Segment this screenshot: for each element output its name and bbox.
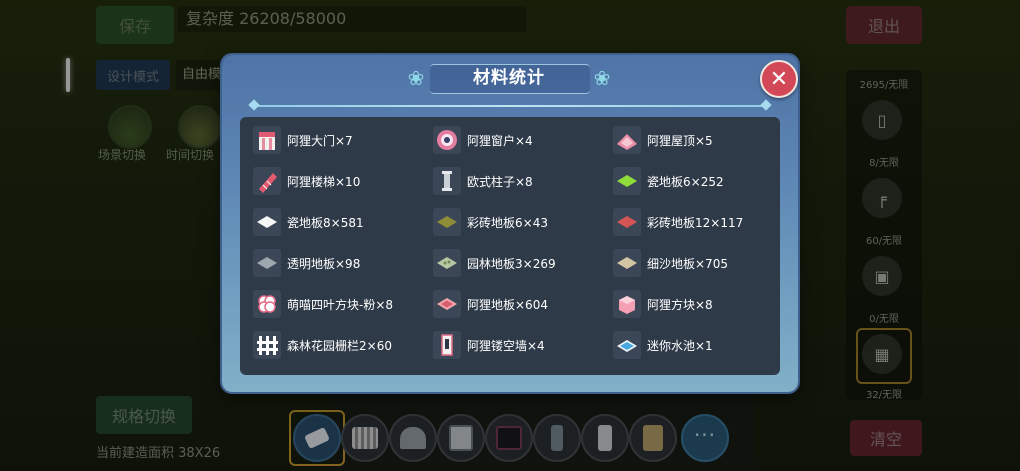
material-label: 欧式柱子×8	[467, 174, 533, 189]
material-label: 阿狸大门×7	[287, 133, 353, 148]
material-item: 欧式柱子×8	[433, 166, 533, 196]
material-label: 瓷地板6×252	[647, 174, 724, 189]
material-label: 园林地板3×269	[467, 256, 556, 271]
material-item: 阿狸屋顶×5	[613, 125, 713, 155]
swirl-right-icon: ❀	[593, 66, 611, 90]
material-item: 阿狸楼梯×10	[253, 166, 360, 196]
sand-tile-icon	[613, 249, 641, 277]
material-label: 细沙地板×705	[647, 256, 728, 271]
close-button[interactable]: ✕	[760, 60, 798, 98]
white-tile-icon	[253, 208, 281, 236]
material-item: 瓷地板6×252	[613, 166, 724, 196]
material-label: 彩砖地板6×43	[467, 215, 548, 230]
pool-icon	[613, 331, 641, 359]
window-icon	[433, 126, 461, 154]
title-divider	[252, 105, 768, 107]
material-label: 瓷地板8×581	[287, 215, 364, 230]
material-label: 阿狸镂空墙×4	[467, 338, 545, 353]
material-label: 阿狸窗户×4	[467, 133, 533, 148]
material-label: 阿狸楼梯×10	[287, 174, 361, 189]
material-label: 阿狸屋顶×5	[647, 133, 713, 148]
clover-block-icon	[253, 290, 281, 318]
pillar-icon	[433, 167, 461, 195]
roof-icon	[613, 126, 641, 154]
material-item: 彩砖地板6×43	[433, 207, 548, 237]
glass-tile-icon	[253, 249, 281, 277]
material-label: 迷你水池×1	[647, 338, 713, 353]
material-item: 阿狸镂空墙×4	[433, 330, 545, 360]
material-label: 森林花园栅栏2×60	[287, 338, 392, 353]
modal-title: 材料统计	[473, 68, 545, 88]
fence-icon	[253, 331, 281, 359]
gate-icon	[253, 126, 281, 154]
garden-tile-icon	[433, 249, 461, 277]
material-item: 瓷地板8×581	[253, 207, 364, 237]
material-item: 园林地板3×269	[433, 248, 556, 278]
stairs-icon	[253, 167, 281, 195]
material-label: 阿狸地板×604	[467, 297, 548, 312]
hollow-wall-icon	[433, 331, 461, 359]
material-item: 阿狸窗户×4	[433, 125, 533, 155]
modal-title-wrap: ❀ 材料统计 ❀	[404, 64, 614, 92]
pink-block-icon	[613, 290, 641, 318]
material-item: 阿狸地板×604	[433, 289, 548, 319]
ahri-tile-icon	[433, 290, 461, 318]
material-label: 彩砖地板12×117	[647, 215, 744, 230]
material-label: 透明地板×98	[287, 256, 361, 271]
green-tile-icon	[613, 167, 641, 195]
material-item: 彩砖地板12×117	[613, 207, 743, 237]
olive-tile-icon	[433, 208, 461, 236]
material-item: 萌喵四叶方块-粉×8	[253, 289, 393, 319]
material-label: 萌喵四叶方块-粉×8	[287, 297, 394, 312]
material-item: 细沙地板×705	[613, 248, 728, 278]
red-tile-icon	[613, 208, 641, 236]
material-item: 森林花园栅栏2×60	[253, 330, 392, 360]
material-item: 阿狸方块×8	[613, 289, 713, 319]
material-item: 透明地板×98	[253, 248, 360, 278]
material-item: 阿狸大门×7	[253, 125, 353, 155]
material-item: 迷你水池×1	[613, 330, 713, 360]
material-label: 阿狸方块×8	[647, 297, 713, 312]
